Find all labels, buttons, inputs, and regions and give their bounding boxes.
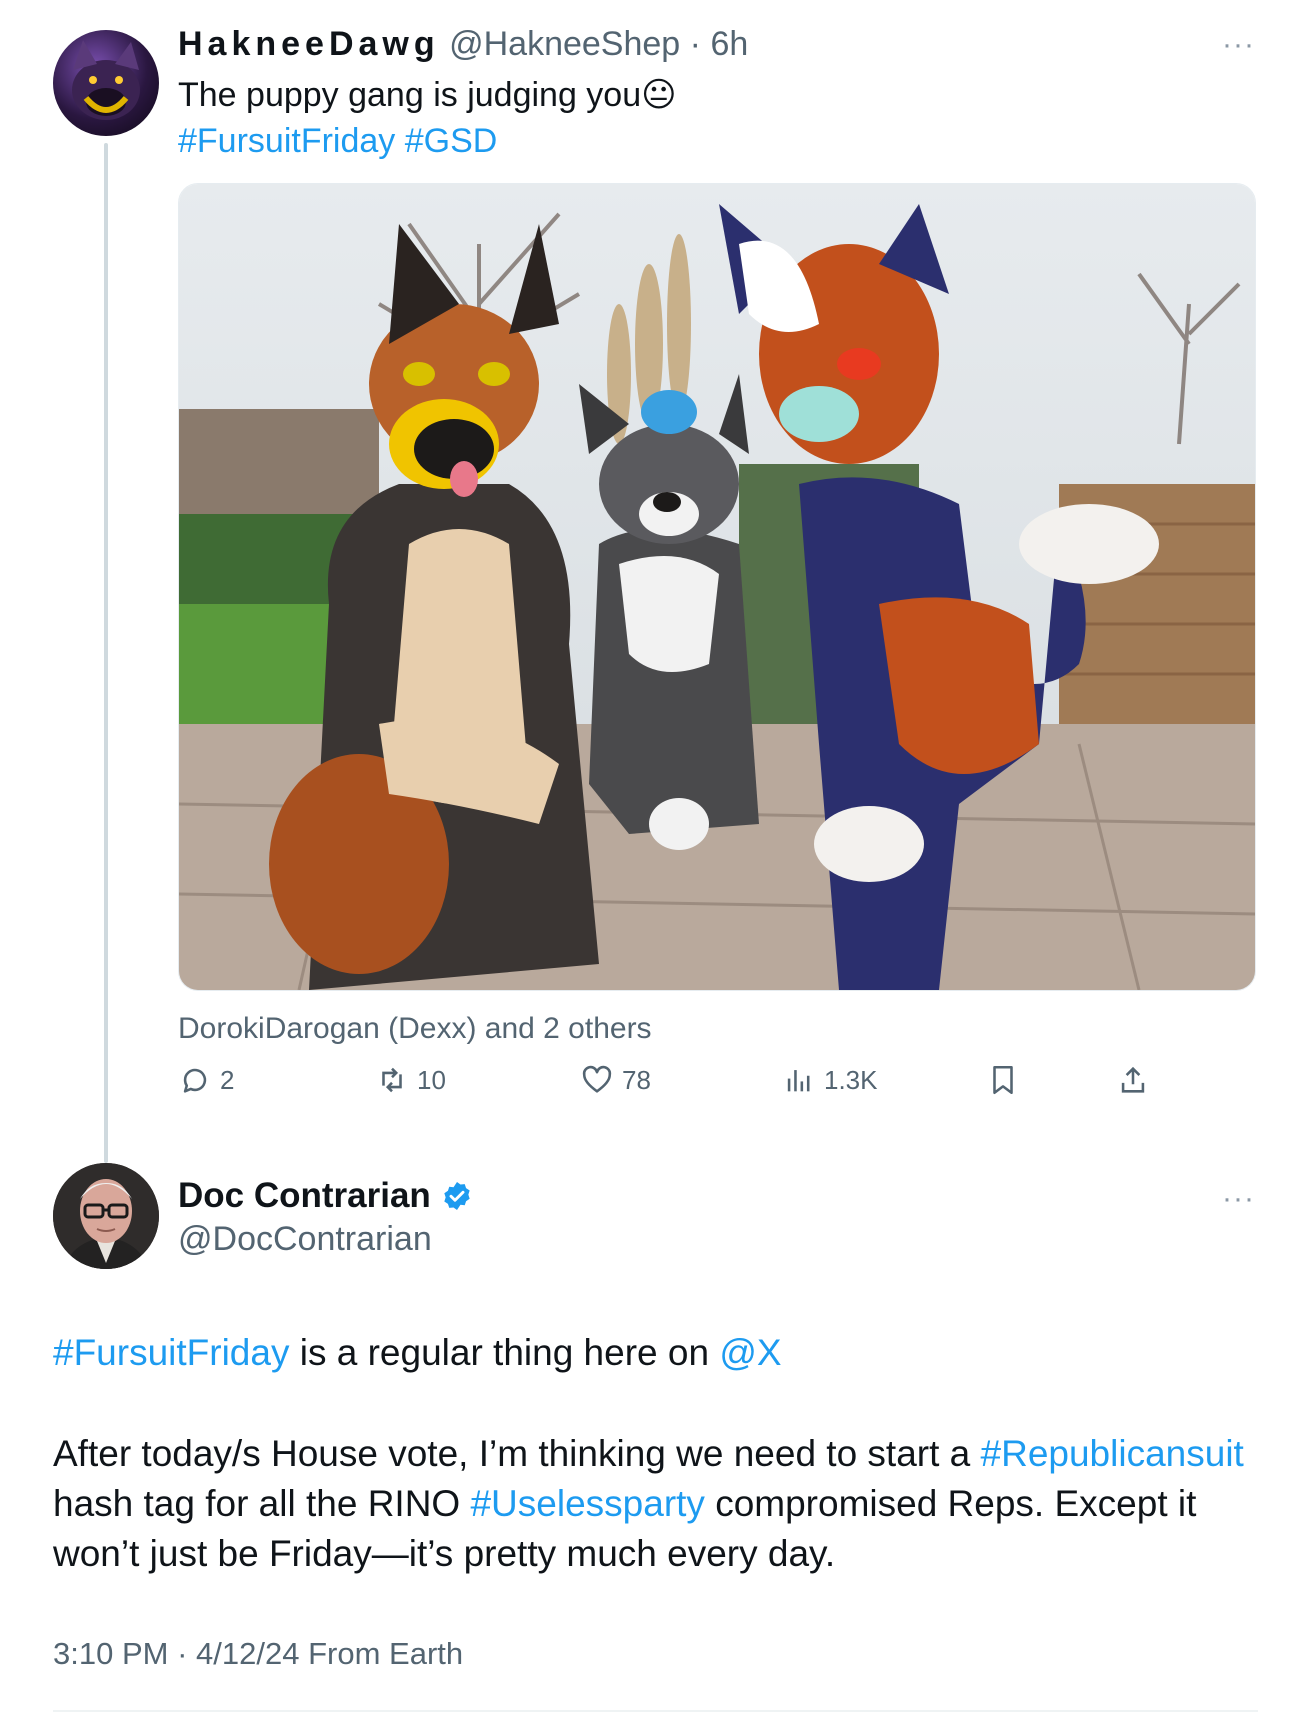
tweet-text-line: #FursuitFriday is a regular thing here o… xyxy=(53,1328,1263,1378)
avatar-hakneedawg[interactable] xyxy=(53,30,159,136)
neutral-face-emoji: 😐 xyxy=(641,76,677,114)
display-name-row: Doc Contrarian xyxy=(178,1174,473,1218)
reply-count: 2 xyxy=(220,1064,235,1095)
tweet-metadata: 3:10 PM · 4/12/24 From Earth xyxy=(53,1634,463,1674)
tagged-users-link[interactable]: DorokiDarogan (Dexx) and 2 others xyxy=(178,1010,652,1048)
verified-badge-icon[interactable] xyxy=(441,1180,473,1212)
hashtag-link[interactable]: #FursuitFriday xyxy=(178,122,395,160)
tweet-photo[interactable] xyxy=(178,183,1256,991)
separator: · xyxy=(689,25,701,63)
repost-count: 10 xyxy=(417,1064,446,1095)
hashtag-link[interactable]: #GSD xyxy=(405,122,498,160)
text-segment: hash tag for all the RINO xyxy=(53,1483,471,1524)
handle[interactable]: @HakneeShep xyxy=(449,25,680,63)
reply-icon xyxy=(183,1068,207,1093)
thread-connector-line xyxy=(104,143,108,1163)
text-segment: After today/s House vote, I’m thinking w… xyxy=(53,1433,981,1474)
separator: · xyxy=(177,1636,188,1671)
analytics-icon xyxy=(787,1070,810,1092)
handle[interactable]: @DocContrarian xyxy=(178,1217,432,1261)
hashtag-link[interactable]: #Uselessparty xyxy=(470,1483,704,1524)
bookmark-button[interactable] xyxy=(986,1063,1020,1097)
views-button[interactable]: 1.3K xyxy=(782,1063,878,1097)
share-icon xyxy=(1121,1066,1145,1093)
avatar-doccontrarian[interactable] xyxy=(53,1163,159,1269)
tweet-text-paragraph: After today/s House vote, I’m thinking w… xyxy=(53,1429,1263,1579)
heart-icon xyxy=(582,1065,612,1093)
text-segment: is a regular thing here on xyxy=(289,1332,720,1373)
tweet-source: From Earth xyxy=(308,1636,464,1671)
repost-icon xyxy=(382,1067,402,1093)
tweet-hashtags: #FursuitFriday #GSD xyxy=(178,118,497,164)
repost-button[interactable]: 10 xyxy=(375,1063,446,1097)
hashtag-link[interactable]: #FursuitFriday xyxy=(53,1332,289,1373)
display-name[interactable]: Doc Contrarian xyxy=(178,1174,431,1218)
mention-link[interactable]: @X xyxy=(719,1332,781,1373)
bookmark-icon xyxy=(993,1065,1013,1095)
tweet-text-body: The puppy gang is judging you xyxy=(178,76,642,114)
reply-button[interactable]: 2 xyxy=(178,1063,234,1097)
timestamp[interactable]: 6h xyxy=(710,25,748,63)
view-count: 1.3K xyxy=(824,1064,878,1095)
hashtag-link[interactable]: #Republicansuit xyxy=(981,1433,1244,1474)
tweet-time[interactable]: 3:10 PM xyxy=(53,1636,168,1671)
tweet-date[interactable]: 4/12/24 xyxy=(196,1636,299,1671)
tweet-text: The puppy gang is judging you😐 xyxy=(178,72,677,118)
more-options-icon[interactable]: ··· xyxy=(1222,1182,1255,1216)
share-button[interactable] xyxy=(1116,1063,1150,1097)
divider xyxy=(53,1710,1258,1712)
tweet-header: HakneeDawg @HakneeShep · 6h xyxy=(178,22,748,66)
more-options-icon[interactable]: ··· xyxy=(1222,28,1255,62)
display-name[interactable]: HakneeDawg xyxy=(178,25,440,63)
like-count: 78 xyxy=(622,1064,651,1095)
like-button[interactable]: 78 xyxy=(580,1063,651,1097)
